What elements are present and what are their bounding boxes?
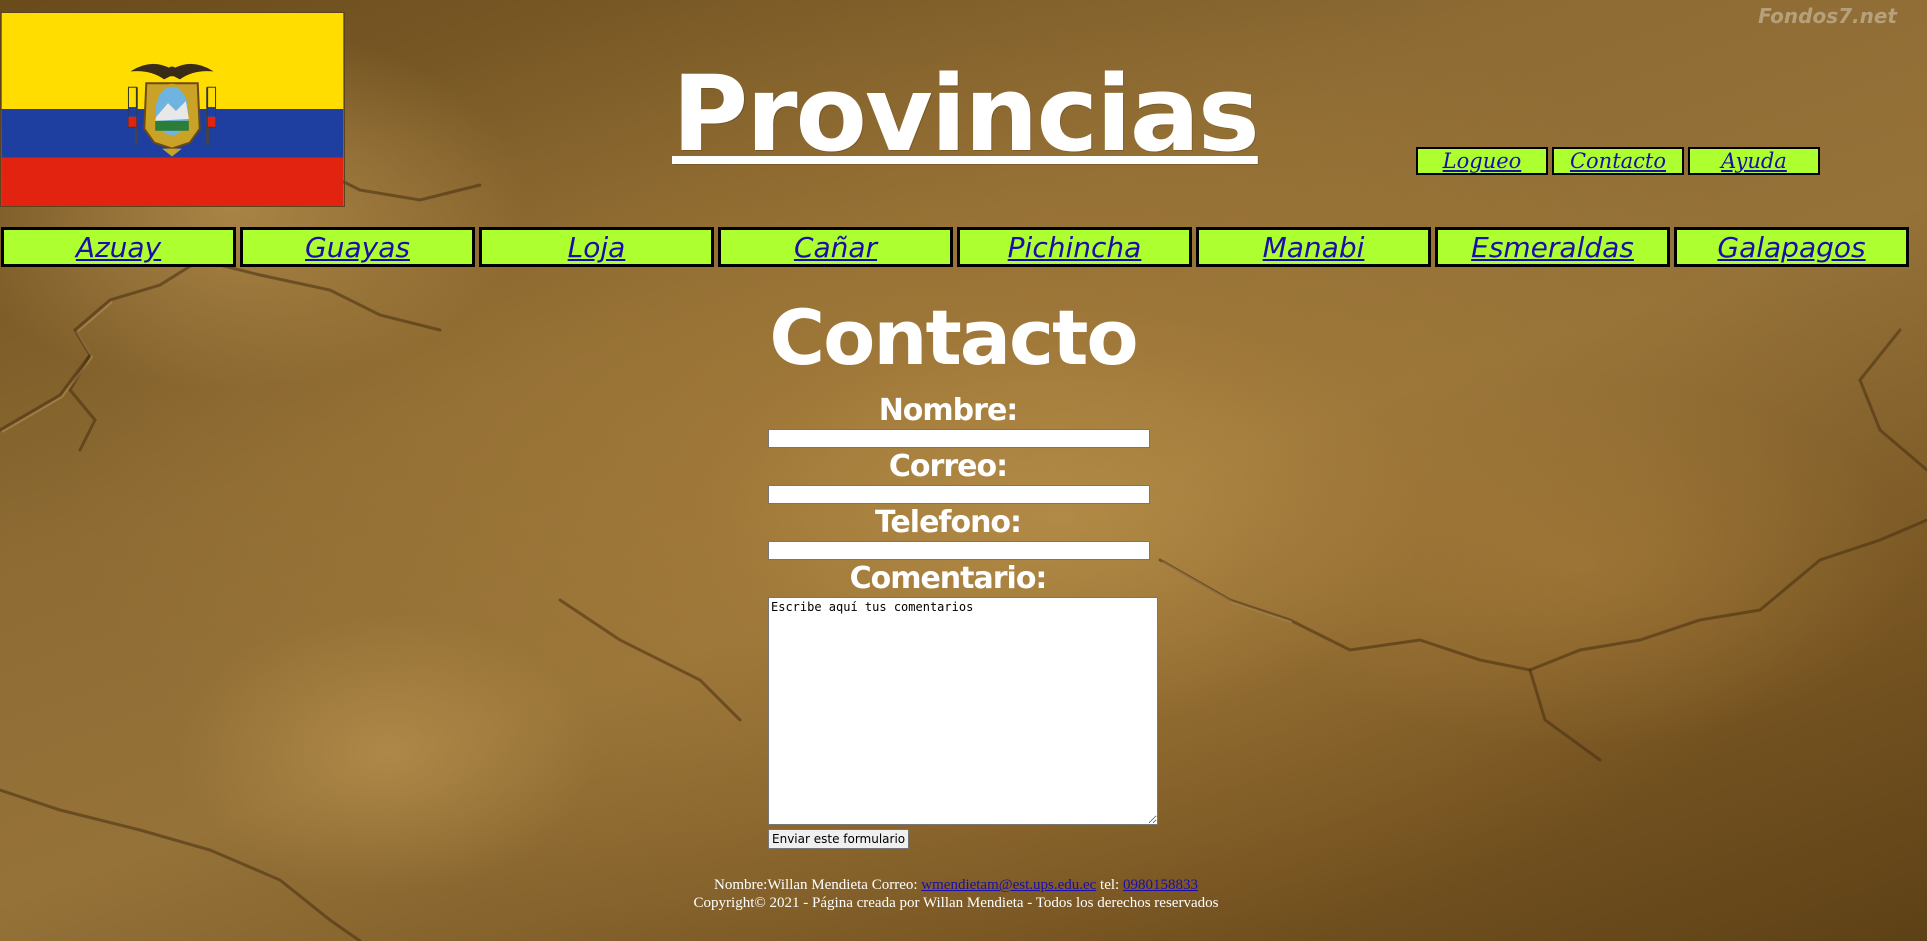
province-link-esmeraldas[interactable]: Esmeraldas: [1435, 227, 1670, 267]
nav-link-logueo[interactable]: Logueo: [1416, 147, 1548, 175]
contact-title: Contacto: [769, 293, 1138, 382]
footer-phone-link[interactable]: 0980158833: [1123, 877, 1198, 893]
nav-link-contacto[interactable]: Contacto: [1552, 147, 1684, 175]
province-link-canar[interactable]: Cañar: [718, 227, 953, 267]
province-link-manabi[interactable]: Manabi: [1196, 227, 1431, 267]
province-link-galapagos[interactable]: Galapagos: [1674, 227, 1909, 267]
footer-copyright: Copyright© 2021 - Página creada por Will…: [693, 895, 1219, 911]
nav-link-ayuda[interactable]: Ayuda: [1688, 147, 1820, 175]
name-label: Nombre:: [878, 393, 1019, 428]
phone-label: Telefono:: [874, 505, 1022, 540]
comment-label: Comentario:: [849, 561, 1048, 596]
page-title: Provincias: [672, 53, 1260, 175]
province-link-loja[interactable]: Loja: [479, 227, 714, 267]
comment-textarea[interactable]: Escribe aquí tus comentarios: [768, 597, 1158, 825]
footer: Nombre:Willan Mendieta Correo: wmendieta…: [0, 876, 1912, 912]
submit-button[interactable]: Enviar este formulario: [768, 829, 910, 849]
phone-input[interactable]: [768, 541, 1150, 560]
footer-email-link[interactable]: wmendietam@est.ups.edu.ec: [921, 877, 1096, 893]
email-input[interactable]: [768, 485, 1150, 504]
header: Provincias: [672, 53, 1260, 175]
ecuador-flag-icon: [0, 12, 345, 207]
province-link-guayas[interactable]: Guayas: [240, 227, 475, 267]
footer-name-text: Nombre:Willan Mendieta Correo:: [714, 877, 922, 893]
email-label: Correo:: [888, 449, 1008, 484]
footer-contact-line: Nombre:Willan Mendieta Correo: wmendieta…: [0, 876, 1912, 894]
province-link-pichincha[interactable]: Pichincha: [957, 227, 1192, 267]
top-nav: Logueo Contacto Ayuda: [1416, 147, 1820, 175]
footer-phone-prefix: tel:: [1096, 877, 1123, 893]
watermark: Fondos7.net: [1758, 4, 1897, 28]
province-link-azuay[interactable]: Azuay: [1, 227, 236, 267]
name-input[interactable]: [768, 429, 1150, 448]
province-nav: Azuay Guayas Loja Cañar Pichincha Manabi…: [1, 227, 1909, 267]
contact-form: Nombre: Correo: Telefono: Comentario: Es…: [768, 393, 1158, 849]
